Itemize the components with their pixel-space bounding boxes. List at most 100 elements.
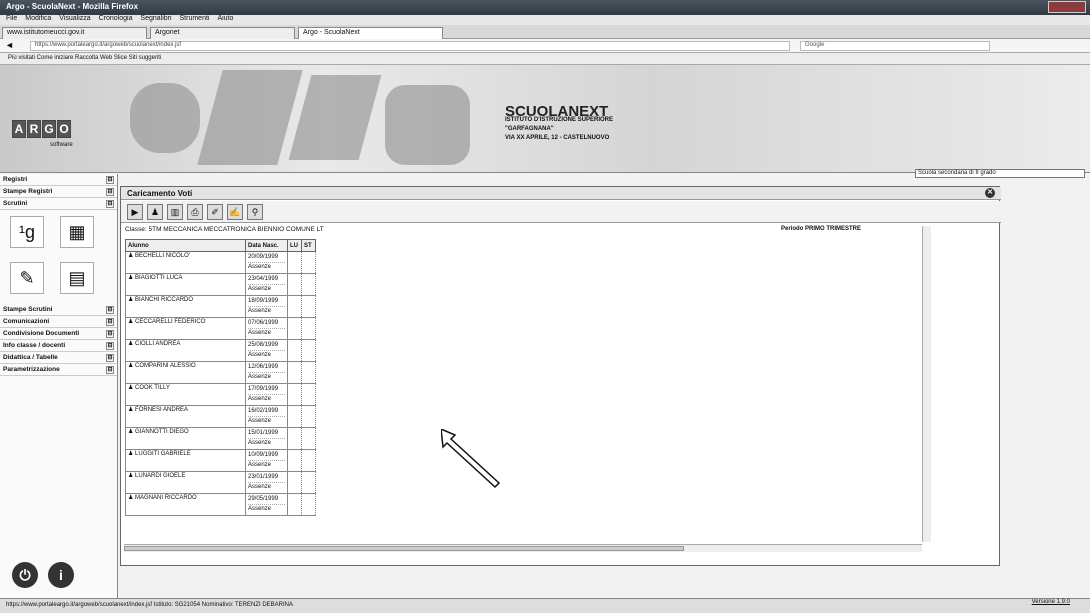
menu-visualizza[interactable]: Visualizza <box>59 15 90 22</box>
table-row[interactable]: ♟ COOK TILLY 17/09/1999 Assenze <box>125 383 316 406</box>
birthdate-cell: 18/09/1999 Assenze <box>245 295 288 318</box>
window-close-button[interactable] <box>1048 1 1086 13</box>
grade-cell-st[interactable] <box>301 295 316 318</box>
grade-cell-st[interactable] <box>301 471 316 494</box>
product-name: SCUOLANEXT <box>505 103 609 120</box>
student-name-cell[interactable]: ♟ CECCARELLI FEDERICO <box>125 317 246 340</box>
birthdate-cell: 12/06/1999 Assenze <box>245 361 288 384</box>
sidebar-item-registri[interactable]: Registri ⊟ <box>0 174 117 186</box>
table-row[interactable]: ♟ BIANCHI RICCARDO 18/09/1999 Assenze <box>125 295 316 318</box>
header-alunno[interactable]: Alunno <box>125 239 246 252</box>
sidebar-item-stampe-scrutini[interactable]: Stampe Scrutini ⊟ <box>0 304 117 316</box>
school-type-select[interactable]: Scuola secondaria di II grado <box>915 169 1085 178</box>
tab-scuolanext[interactable]: Argo - ScuolaNext <box>298 27 443 39</box>
pen-icon[interactable]: ✐ <box>207 204 223 220</box>
period-label: Periodo PRIMO TRIMESTRE <box>781 226 862 232</box>
tab-argonet[interactable]: Argonet <box>150 27 295 39</box>
version-link[interactable]: Versione 1.9.0 <box>1032 599 1070 605</box>
student-name-cell[interactable]: ♟ BECHELLI NICOLO' <box>125 251 246 274</box>
student-name-cell[interactable]: ♟ MAGNANI RICCARDO <box>125 493 246 516</box>
student-name-cell[interactable]: ♟ FORNESI ANDREA <box>125 405 246 428</box>
grade-cell-lu[interactable] <box>287 273 302 296</box>
print-icon[interactable]: ⎙ <box>187 204 203 220</box>
grade-cell-st[interactable] <box>301 317 316 340</box>
grade-cell-lu[interactable] <box>287 383 302 406</box>
scrutini-giudizi-icon[interactable]: ✎ <box>10 262 44 294</box>
student-name-cell[interactable]: ♟ BIAGIOTTI LUCA <box>125 273 246 296</box>
student-name-cell[interactable]: ♟ LUGGITI GABRIELE <box>125 449 246 472</box>
student-icon[interactable]: ♟ <box>147 204 163 220</box>
grade-cell-st[interactable] <box>301 405 316 428</box>
menu-cronologia[interactable]: Cronologia <box>99 15 133 22</box>
grade-cell-st[interactable] <box>301 449 316 472</box>
header-lu[interactable]: LU <box>287 239 302 252</box>
student-name-cell[interactable]: ♟ LUNARDI GIOELE <box>125 471 246 494</box>
student-name-cell[interactable]: ♟ CIOLLI ANDREA <box>125 339 246 362</box>
vertical-scrollbar[interactable] <box>922 226 931 542</box>
scrutini-tabellone-icon[interactable]: ▦ <box>60 216 94 248</box>
table-row[interactable]: ♟ COMPARINI ALESSIO 12/06/1999 Assenze <box>125 361 316 384</box>
chart-icon[interactable]: ▥ <box>167 204 183 220</box>
grade-cell-st[interactable] <box>301 383 316 406</box>
sidebar-item-info-classe[interactable]: Info classe / docenti ⊟ <box>0 340 117 352</box>
grade-cell-st[interactable] <box>301 273 316 296</box>
grade-cell-lu[interactable] <box>287 493 302 516</box>
student-name-cell[interactable]: ♟ GIANNOTTI DIEGO <box>125 427 246 450</box>
add-voto-icon[interactable]: ▶ <box>127 204 143 220</box>
grade-cell-lu[interactable] <box>287 427 302 450</box>
sidebar-item-parametrizzazione[interactable]: Parametrizzazione ⊟ <box>0 364 117 376</box>
back-icon[interactable]: ◄ <box>5 40 14 50</box>
edit-icon[interactable]: ✍ <box>227 204 243 220</box>
grade-cell-st[interactable] <box>301 251 316 274</box>
search-field[interactable]: Google <box>800 41 990 51</box>
grade-cell-lu[interactable] <box>287 449 302 472</box>
table-row[interactable]: ♟ CECCARELLI FEDERICO 07/06/1999 Assenze <box>125 317 316 340</box>
close-icon[interactable]: ✕ <box>985 188 995 198</box>
header-data-nasc[interactable]: Data Nasc. <box>245 239 288 252</box>
window-title: Argo - ScuolaNext - Mozilla Firefox <box>6 2 139 11</box>
grade-cell-lu[interactable] <box>287 405 302 428</box>
grade-cell-lu[interactable] <box>287 317 302 340</box>
table-row[interactable]: ♟ GIANNOTTI DIEGO 15/01/1999 Assenze <box>125 427 316 450</box>
sidebar-item-scrutini[interactable]: Scrutini ⊟ <box>0 198 117 210</box>
sidebar-item-condivisione[interactable]: Condivisione Documenti ⊟ <box>0 328 117 340</box>
menu-modifica[interactable]: Modifica <box>25 15 51 22</box>
table-row[interactable]: ♟ LUNARDI GIOELE 23/01/1999 Assenze <box>125 471 316 494</box>
grade-cell-lu[interactable] <box>287 251 302 274</box>
horizontal-scrollbar[interactable] <box>124 544 922 552</box>
table-row[interactable]: ♟ CIOLLI ANDREA 25/08/1999 Assenze <box>125 339 316 362</box>
sidebar-item-stampe-registri[interactable]: Stampe Registri ⊟ <box>0 186 117 198</box>
brush-icon[interactable]: ⚲ <box>247 204 263 220</box>
school-info: SCUOLANEXT ISTITUTO D'ISTRUZIONE SUPERIO… <box>505 103 613 141</box>
grade-cell-st[interactable] <box>301 361 316 384</box>
info-icon[interactable]: i <box>48 562 74 588</box>
tab-istituto[interactable]: www.istitutomeucci.gov.it <box>2 27 147 39</box>
menu-file[interactable]: File <box>6 15 17 22</box>
student-name-cell[interactable]: ♟ BIANCHI RICCARDO <box>125 295 246 318</box>
header-st[interactable]: ST <box>301 239 316 252</box>
grade-cell-st[interactable] <box>301 427 316 450</box>
table-row[interactable]: ♟ LUGGITI GABRIELE 10/09/1999 Assenze <box>125 449 316 472</box>
grade-cell-lu[interactable] <box>287 295 302 318</box>
menu-aiuto[interactable]: Aiuto <box>217 15 233 22</box>
scrutini-voti-icon[interactable]: ¹g <box>10 216 44 248</box>
grade-cell-st[interactable] <box>301 339 316 362</box>
table-row[interactable]: ♟ FORNESI ANDREA 16/02/1999 Assenze <box>125 405 316 428</box>
grade-cell-lu[interactable] <box>287 339 302 362</box>
scrutini-esiti-icon[interactable]: ▤ <box>60 262 94 294</box>
student-name-cell[interactable]: ♟ COMPARINI ALESSIO <box>125 361 246 384</box>
grade-cell-lu[interactable] <box>287 361 302 384</box>
url-field[interactable]: https://www.portaleargo.it/argoweb/scuol… <box>30 41 790 51</box>
sidebar-item-didattica[interactable]: Didattica / Tabelle ⊟ <box>0 352 117 364</box>
bookmarks-bar[interactable]: Più visitati Come iniziare Raccolta Web … <box>0 53 1090 65</box>
power-icon[interactable]: ⏻ <box>12 562 38 588</box>
table-row[interactable]: ♟ MAGNANI RICCARDO 29/05/1999 Assenze <box>125 493 316 516</box>
menu-strumenti[interactable]: Strumenti <box>180 15 210 22</box>
table-row[interactable]: ♟ BIAGIOTTI LUCA 23/04/1999 Assenze <box>125 273 316 296</box>
student-name-cell[interactable]: ♟ COOK TILLY <box>125 383 246 406</box>
table-row[interactable]: ♟ BECHELLI NICOLO' 20/09/1999 Assenze <box>125 251 316 274</box>
menu-segnalibri[interactable]: Segnalibri <box>140 15 171 22</box>
grade-cell-st[interactable] <box>301 493 316 516</box>
sidebar-item-comunicazioni[interactable]: Comunicazioni ⊟ <box>0 316 117 328</box>
grade-cell-lu[interactable] <box>287 471 302 494</box>
